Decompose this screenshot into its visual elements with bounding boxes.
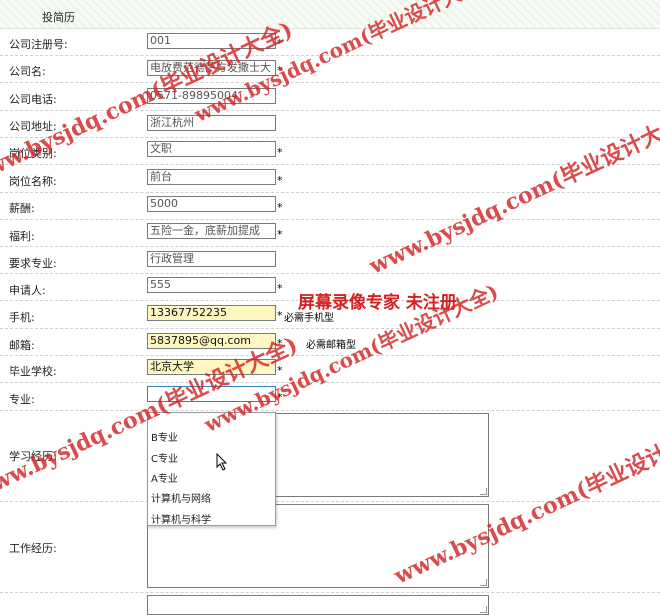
input-mobile[interactable]: 13367752235 [147, 305, 276, 321]
row-job-title: 岗位名称: 前台 * [0, 164, 660, 193]
label-job-title: 岗位名称: [9, 175, 57, 188]
input-company-reg-no[interactable]: 001 [147, 33, 276, 49]
row-company-phone: 公司电话: 0571-89895004 [0, 82, 660, 111]
required-mark: * [277, 309, 283, 322]
input-job-title[interactable]: 前台 [147, 169, 276, 185]
row-company-reg-no: 公司注册号: 001 * [0, 28, 660, 56]
label-company-reg-no: 公司注册号: [9, 38, 68, 51]
label-job-category: 岗位类别: [9, 147, 57, 160]
row-work-history: 工作经历: [0, 501, 660, 593]
row-company-name: 公司名: 电放费范德萨方发撒士大 * [0, 55, 660, 83]
row-school: 毕业学校: 北京大学 * [0, 355, 660, 383]
required-mark: * [277, 228, 283, 241]
row-email: 邮箱: 5837895@qq.com * 必需邮箱型 [0, 328, 660, 356]
input-email[interactable]: 5837895@qq.com [147, 333, 276, 349]
input-benefits[interactable]: 五险一金，底薪加提成 [147, 223, 276, 239]
form-title: 投简历 [42, 11, 75, 24]
row-company-address: 公司地址: 浙江杭州 [0, 110, 660, 138]
row-salary: 薪酬: 5000 * [0, 192, 660, 220]
row-study-history: 学习经历: [0, 410, 660, 502]
row-required-major: 要求专业: 行政管理 [0, 246, 660, 274]
label-email: 邮箱: [9, 339, 35, 352]
label-major: 专业: [9, 393, 35, 406]
row-benefits: 福利: 五险一金，底薪加提成 * [0, 219, 660, 247]
input-company-name[interactable]: 电放费范德萨方发撒士大 [147, 60, 276, 76]
input-job-category[interactable]: 文职 [147, 141, 276, 157]
row-job-category: 岗位类别: 文职 * [0, 137, 660, 165]
label-mobile: 手机: [9, 311, 35, 324]
label-company-phone: 公司电话: [9, 93, 57, 106]
label-company-name: 公司名: [9, 65, 46, 78]
input-major[interactable] [147, 386, 276, 402]
input-salary[interactable]: 5000 [147, 196, 276, 212]
screen-recorder-banner: 屏幕录像专家 未注册 [298, 293, 457, 313]
dropdown-option[interactable]: B专业 [151, 429, 178, 444]
hint-email: 必需邮箱型 [306, 340, 356, 351]
textarea-next[interactable] [147, 595, 489, 615]
required-mark: * [277, 37, 283, 50]
required-mark: * [277, 391, 283, 404]
input-required-major[interactable]: 行政管理 [147, 251, 276, 267]
required-mark: * [277, 282, 283, 295]
label-company-address: 公司地址: [9, 120, 57, 133]
label-school: 毕业学校: [9, 365, 57, 378]
mouse-cursor-icon [216, 453, 228, 471]
required-mark: * [277, 337, 283, 350]
major-dropdown-list[interactable]: B专业 C专业 A专业 计算机与网络 计算机与科学 [147, 412, 276, 526]
dropdown-option[interactable]: C专业 [151, 450, 178, 465]
required-mark: * [277, 174, 283, 187]
form-header: 投简历 [0, 0, 660, 29]
required-mark: * [277, 201, 283, 214]
required-mark: * [277, 146, 283, 159]
input-company-phone[interactable]: 0571-89895004 [147, 88, 276, 104]
required-mark: * [277, 64, 283, 77]
label-applicant: 申请人: [9, 284, 46, 297]
required-mark: * [277, 364, 283, 377]
input-school[interactable]: 北京大学 [147, 359, 276, 375]
label-work-history: 工作经历: [9, 542, 57, 555]
input-applicant[interactable]: 555 [147, 277, 276, 293]
dropdown-option[interactable]: 计算机与科学 [151, 511, 211, 526]
label-required-major: 要求专业: [9, 257, 57, 270]
label-study-history: 学习经历: [9, 450, 57, 463]
row-major: 专业: * [0, 382, 660, 411]
label-salary: 薪酬: [9, 202, 35, 215]
label-benefits: 福利: [9, 230, 35, 243]
input-company-address[interactable]: 浙江杭州 [147, 115, 276, 131]
dropdown-option[interactable]: A专业 [151, 470, 178, 485]
dropdown-option[interactable]: 计算机与网络 [151, 490, 211, 505]
